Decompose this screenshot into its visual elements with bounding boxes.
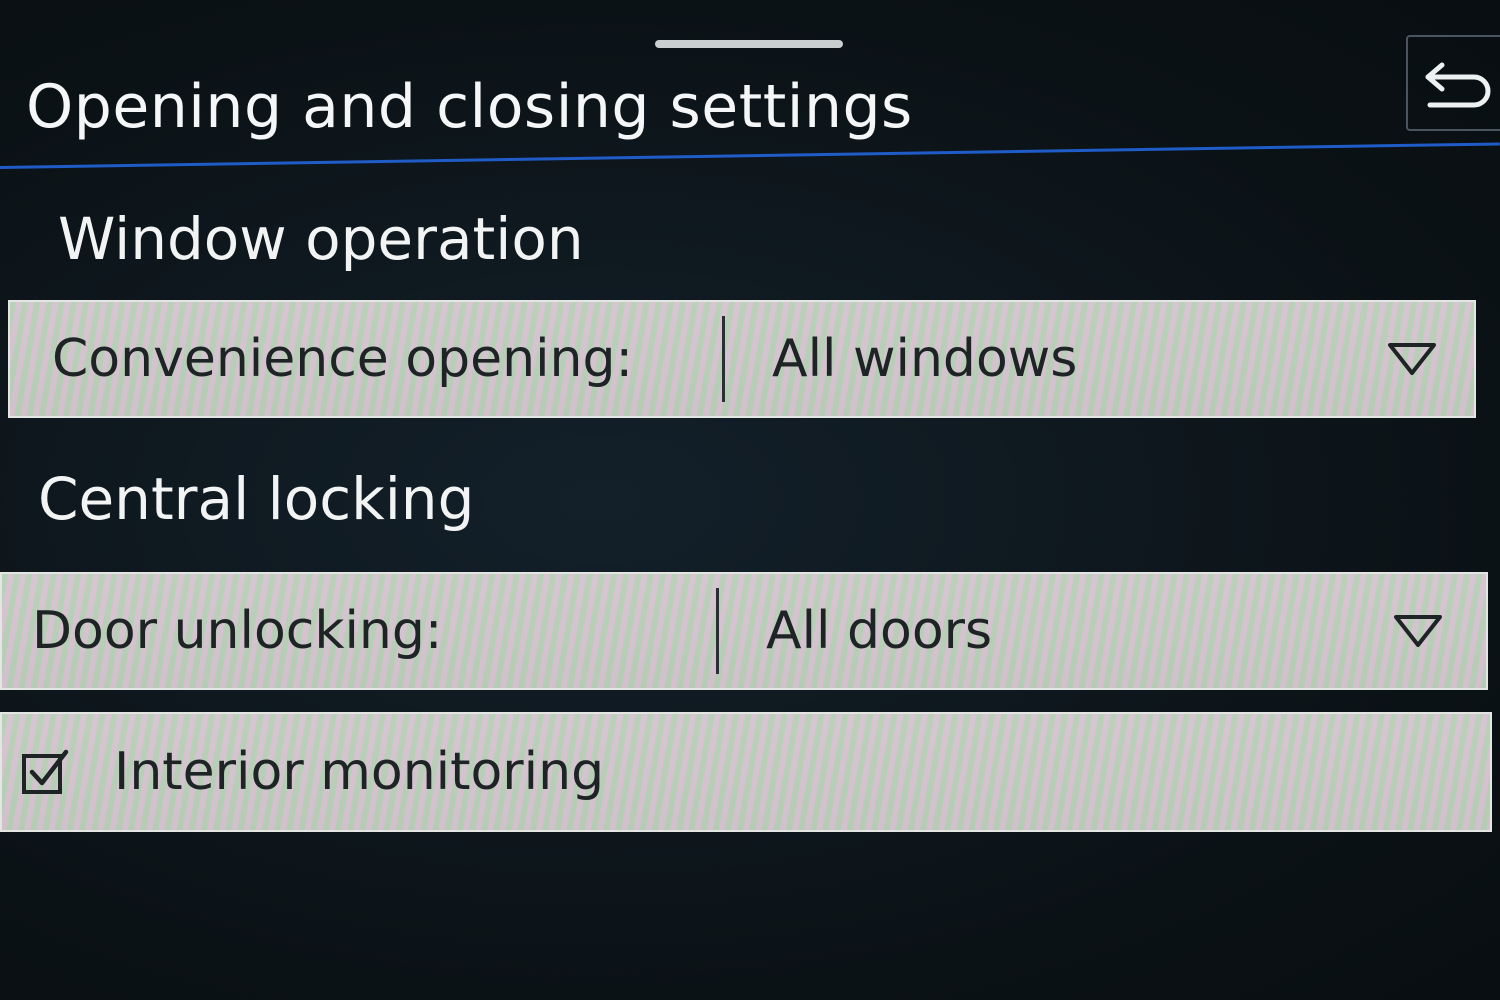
- field-divider: [722, 316, 725, 402]
- title-divider: [0, 142, 1500, 169]
- chevron-down-icon: [1394, 615, 1442, 647]
- back-arrow-icon: [1425, 62, 1491, 108]
- drag-handle[interactable]: [655, 40, 843, 48]
- convenience-opening-value: All windows: [772, 329, 1078, 389]
- field-divider: [716, 588, 719, 674]
- door-unlocking-value: All doors: [766, 601, 993, 661]
- page-title: Opening and closing settings: [26, 72, 913, 142]
- section-title-window-operation: Window operation: [58, 205, 584, 273]
- convenience-opening-label: Convenience opening:: [52, 329, 634, 389]
- back-button[interactable]: [1406, 35, 1500, 131]
- door-unlocking-label: Door unlocking:: [32, 601, 443, 661]
- convenience-opening-dropdown[interactable]: Convenience opening: All windows: [8, 300, 1476, 418]
- interior-monitoring-label: Interior monitoring: [114, 742, 605, 802]
- door-unlocking-dropdown[interactable]: Door unlocking: All doors: [0, 572, 1488, 690]
- section-title-central-locking: Central locking: [38, 465, 475, 533]
- checkbox-checked-icon[interactable]: [20, 746, 72, 798]
- interior-monitoring-toggle[interactable]: Interior monitoring: [0, 712, 1492, 832]
- chevron-down-icon: [1388, 343, 1436, 375]
